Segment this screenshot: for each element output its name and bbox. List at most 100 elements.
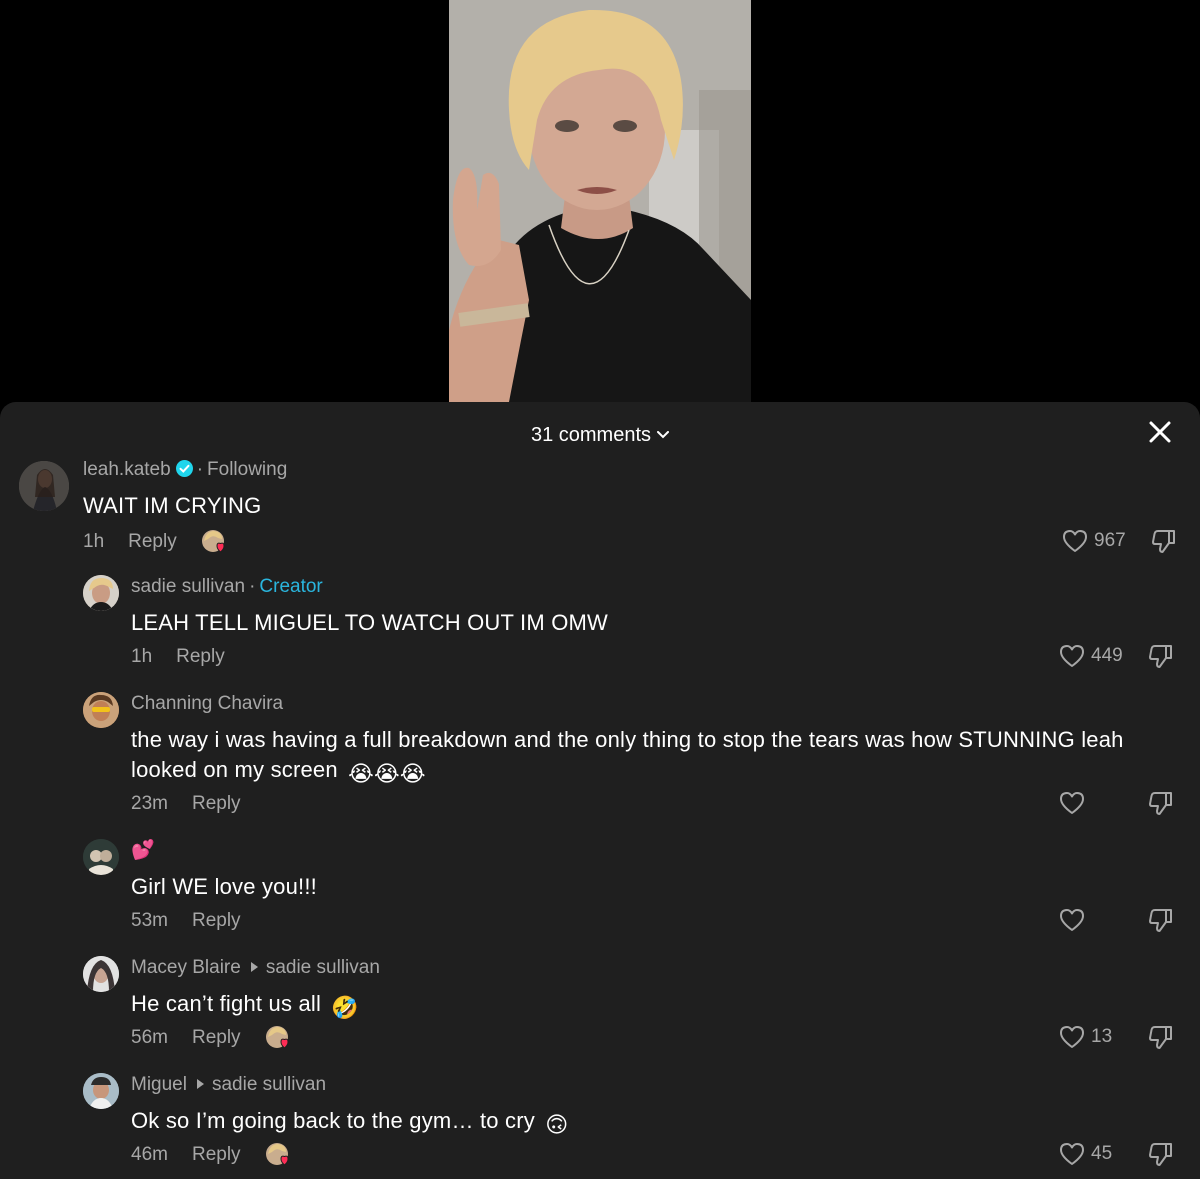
comment-meta: 1h Reply xyxy=(131,644,225,670)
comment-item: 💕 Girl WE love you!!! 53m Reply xyxy=(0,839,1200,949)
reply-button[interactable]: Reply xyxy=(192,908,241,934)
comment-username[interactable]: Channing Chavira xyxy=(131,693,283,714)
creator-liked-avatar xyxy=(201,529,227,555)
heart-icon xyxy=(1060,645,1084,667)
comment-time: 1h xyxy=(83,531,105,553)
comment-header: Miguel sadie sullivan xyxy=(131,1073,1171,1097)
video-person-image xyxy=(449,0,751,402)
comment-text: the way i was having a full breakdown an… xyxy=(131,725,1181,789)
comment-username[interactable]: Macey Blaire xyxy=(131,957,241,978)
comment-header: sadie sullivan · Creator xyxy=(131,576,323,597)
thumbs-down-icon xyxy=(1149,1143,1172,1166)
comment-count-toggle[interactable]: 31 comments xyxy=(0,422,1200,447)
creator-liked-avatar xyxy=(265,1025,291,1051)
like-button[interactable]: 45 xyxy=(1059,1140,1112,1168)
thumbs-down-icon xyxy=(1149,909,1172,932)
comment-username[interactable]: leah.kateb xyxy=(83,459,171,480)
reply-to-username[interactable]: sadie sullivan xyxy=(266,957,380,978)
comment-text: Girl WE love you!!! xyxy=(131,874,317,899)
video-player-area[interactable] xyxy=(0,0,1200,410)
comment-header: leah.kateb · Following xyxy=(83,459,288,480)
like-button[interactable]: 967 xyxy=(1062,527,1126,555)
like-count: 449 xyxy=(1091,645,1123,666)
dislike-button[interactable] xyxy=(1147,1023,1175,1051)
comment-header: 💕 xyxy=(131,839,1171,863)
comment-text: LEAH TELL MIGUEL TO WATCH OUT IM OMW xyxy=(131,610,608,635)
heart-icon xyxy=(1060,1026,1084,1048)
heart-icon xyxy=(1060,1143,1084,1165)
like-button[interactable]: 13 xyxy=(1059,1023,1112,1051)
comment-item: Channing Chavira the way i was having a … xyxy=(0,692,1200,832)
comment-count-label: 31 comments xyxy=(530,424,652,446)
creator-label: Creator xyxy=(259,576,323,597)
comment-meta: 56m Reply xyxy=(131,1025,291,1051)
comment-time: 23m xyxy=(131,793,168,814)
avatar[interactable] xyxy=(83,956,119,992)
comments-sheet: 31 comments leah.kateb · Following WAIT IM… xyxy=(0,402,1200,1179)
comment-meta: 46m Reply xyxy=(131,1142,291,1168)
like-button[interactable] xyxy=(1059,906,1091,934)
comment-username[interactable]: sadie sullivan xyxy=(131,576,245,597)
close-button[interactable] xyxy=(1146,418,1174,446)
comment-text-body: He can’t fight us all xyxy=(131,991,322,1016)
comment-header: Macey Blaire sadie sullivan xyxy=(131,956,1171,980)
comment-text-body: the way i was having a full breakdown an… xyxy=(131,727,1124,782)
dislike-button[interactable] xyxy=(1147,642,1175,670)
comment-item: leah.kateb · Following WAIT IM CRYING 1h Re… xyxy=(0,458,1200,568)
avatar[interactable] xyxy=(83,839,119,875)
comment-text: He can’t fight us all 🤣 xyxy=(131,989,1171,1023)
comment-time: 1h xyxy=(131,646,153,667)
reply-button[interactable]: Reply xyxy=(192,1025,241,1051)
chevron-down-icon xyxy=(657,422,670,445)
comment-text-body: Ok so I’m going back to the gym… to cry xyxy=(131,1108,535,1133)
following-label: Following xyxy=(207,459,288,480)
comments-header: 31 comments xyxy=(0,402,1200,462)
comment-meta: 53m Reply xyxy=(131,908,241,934)
like-button[interactable]: 449 xyxy=(1059,642,1123,670)
dislike-button[interactable] xyxy=(1147,1140,1175,1168)
close-icon xyxy=(1149,421,1171,443)
comment-item: sadie sullivan · Creator LEAH TELL MIGUEL … xyxy=(0,575,1200,685)
comment-time: 56m xyxy=(131,1027,168,1049)
dislike-button[interactable] xyxy=(1147,789,1175,817)
thumbs-down-icon xyxy=(1152,530,1175,553)
like-count: 967 xyxy=(1094,530,1126,551)
heart-icon xyxy=(1060,791,1084,814)
thumbs-down-icon xyxy=(1149,792,1172,815)
reply-to-username[interactable]: sadie sullivan xyxy=(212,1074,326,1095)
video-frame[interactable] xyxy=(449,0,751,402)
reply-arrow-icon xyxy=(196,1079,204,1090)
like-count: 45 xyxy=(1091,1143,1113,1164)
avatar[interactable] xyxy=(83,692,119,728)
dislike-button[interactable] xyxy=(1147,906,1175,934)
comment-time: 53m xyxy=(131,910,168,931)
thumbs-down-icon xyxy=(1149,1026,1172,1049)
comment-text: WAIT IM CRYING xyxy=(83,493,262,518)
thumbs-down-icon xyxy=(1149,645,1172,668)
reply-button[interactable]: Reply xyxy=(128,529,177,555)
like-count: 13 xyxy=(1091,1026,1113,1047)
reply-arrow-icon xyxy=(250,962,258,973)
heart-icon xyxy=(1060,908,1084,931)
comment-username[interactable]: Miguel xyxy=(131,1074,187,1095)
reply-button[interactable]: Reply xyxy=(192,1142,241,1168)
avatar[interactable] xyxy=(83,575,119,611)
emoji-sob: 😭😭😭 xyxy=(348,761,426,786)
reply-button[interactable]: Reply xyxy=(192,791,241,817)
dislike-button[interactable] xyxy=(1150,527,1178,555)
creator-liked-avatar xyxy=(265,1142,291,1168)
heart-icon xyxy=(1063,530,1087,552)
comment-meta: 23m Reply xyxy=(131,791,241,817)
emoji-upside-down-face: 🙃 xyxy=(545,1112,569,1137)
avatar[interactable] xyxy=(83,1073,119,1109)
emoji-two-hearts: 💕 xyxy=(131,840,155,861)
like-button[interactable] xyxy=(1059,789,1091,817)
comment-item: Miguel sadie sullivan Ok so I’m going bac… xyxy=(0,1073,1200,1179)
comment-meta: 1h Reply xyxy=(83,529,227,555)
avatar[interactable] xyxy=(19,461,69,511)
comment-text: Ok so I’m going back to the gym… to cry … xyxy=(131,1106,1171,1140)
comment-item: Macey Blaire sadie sullivan He can’t figh… xyxy=(0,956,1200,1066)
reply-button[interactable]: Reply xyxy=(176,644,225,670)
emoji-rofl: 🤣 xyxy=(331,995,359,1020)
verified-badge-icon xyxy=(175,460,193,477)
